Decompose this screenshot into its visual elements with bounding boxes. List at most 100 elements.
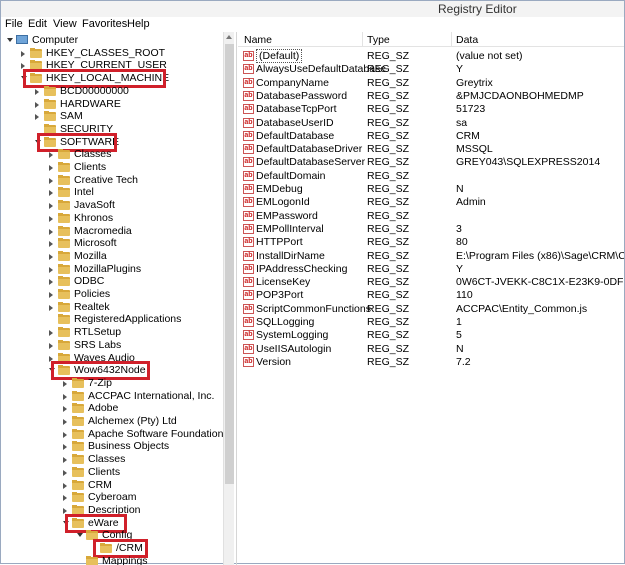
value-row[interactable]: ab DatabaseUserID REG_SZ sa <box>238 117 624 130</box>
tree-item[interactable]: Creative Tech <box>1 174 223 187</box>
expand-arrow-icon[interactable] <box>49 266 53 273</box>
tree-item[interactable]: BCD00000000 <box>1 85 223 98</box>
collapse-arrow-icon[interactable] <box>7 38 13 42</box>
expand-arrow-icon[interactable] <box>49 253 53 260</box>
tree-item[interactable]: HKEY_LOCAL_MACHINE <box>1 72 223 85</box>
expand-arrow-icon[interactable] <box>63 419 67 425</box>
tree-item[interactable]: Policies <box>1 288 223 301</box>
tree-item[interactable]: Khronos <box>1 212 223 225</box>
value-row[interactable]: ab EMPollInterval REG_SZ 3 <box>238 223 624 236</box>
tree-item[interactable]: Classes <box>1 453 223 466</box>
collapse-arrow-icon[interactable] <box>77 533 83 538</box>
tree-item[interactable]: Mozilla <box>1 250 223 263</box>
tree-item[interactable]: JavaSoft <box>1 199 223 212</box>
expand-arrow-icon[interactable] <box>63 444 67 451</box>
value-row[interactable]: ab POP3Port REG_SZ 110 <box>238 289 624 302</box>
expand-arrow-icon[interactable] <box>63 482 67 489</box>
collapse-arrow-icon[interactable] <box>63 520 69 525</box>
expand-arrow-icon[interactable] <box>49 177 53 184</box>
tree-item[interactable]: Description <box>1 504 223 517</box>
column-header-name[interactable]: Name <box>244 34 272 46</box>
scrollbar-thumb[interactable] <box>225 44 234 484</box>
value-row[interactable]: ab EMLogonId REG_SZ Admin <box>238 196 624 209</box>
expand-arrow-icon[interactable] <box>35 114 39 121</box>
expand-arrow-icon[interactable] <box>49 330 53 337</box>
expand-arrow-icon[interactable] <box>63 431 67 438</box>
tree-item[interactable]: HARDWARE <box>1 98 223 111</box>
menu-help[interactable]: Help <box>127 18 150 30</box>
value-row[interactable]: ab UseIISAutologin REG_SZ N <box>238 343 624 356</box>
tree-item[interactable]: Waves Audio <box>1 352 223 365</box>
tree-item[interactable]: Apache Software Foundation <box>1 428 223 441</box>
tree-item[interactable]: Clients <box>1 466 223 479</box>
registry-key-tree[interactable]: Computer HKEY_CLASSES_ROOT HKEY_CURRENT_US… <box>1 32 223 565</box>
expand-arrow-icon[interactable] <box>63 469 67 476</box>
value-row[interactable]: ab ScriptCommonFunctions REG_SZ ACCPAC\Enti… <box>238 303 624 316</box>
expand-arrow-icon[interactable] <box>49 279 53 286</box>
collapse-arrow-icon[interactable] <box>49 368 55 373</box>
tree-item[interactable]: Cyberoam <box>1 491 223 504</box>
value-row[interactable]: ab DefaultDatabaseDriver REG_SZ MSSQL <box>238 143 624 156</box>
tree-scrollbar[interactable] <box>223 32 234 565</box>
expand-arrow-icon[interactable] <box>63 495 67 502</box>
tree-item[interactable]: CRM <box>1 479 223 492</box>
tree-item[interactable]: HKEY_CURRENT_USER <box>1 59 223 72</box>
expand-arrow-icon[interactable] <box>63 457 67 464</box>
tree-item[interactable]: eWare <box>1 517 223 530</box>
value-row[interactable]: ab IPAddressChecking REG_SZ Y <box>238 263 624 276</box>
expand-arrow-icon[interactable] <box>21 63 25 70</box>
value-row[interactable]: ab DefaultDatabaseServer REG_SZ GREY043\SQL… <box>238 156 624 169</box>
value-row[interactable]: ab SystemLogging REG_SZ 5 <box>238 329 624 342</box>
expand-arrow-icon[interactable] <box>49 241 53 248</box>
tree-item[interactable]: ODBC <box>1 275 223 288</box>
value-row[interactable]: ab CompanyName REG_SZ Greytrix <box>238 77 624 90</box>
tree-item[interactable]: SECURITY <box>1 123 223 136</box>
tree-item[interactable]: SAM <box>1 110 223 123</box>
tree-item[interactable]: Adobe <box>1 402 223 415</box>
tree-item[interactable]: SRS Labs <box>1 339 223 352</box>
expand-arrow-icon[interactable] <box>35 101 39 108</box>
tree-item[interactable]: Intel <box>1 186 223 199</box>
tree-item[interactable]: Alchemex (Pty) Ltd <box>1 415 223 428</box>
menu-edit[interactable]: Edit <box>28 18 47 30</box>
menu-view[interactable]: View <box>53 18 77 30</box>
expand-arrow-icon[interactable] <box>49 165 53 171</box>
tree-item[interactable]: Wow6432Node <box>1 364 223 377</box>
tree-item[interactable]: Macromedia <box>1 225 223 238</box>
value-row[interactable]: ab DefaultDatabase REG_SZ CRM <box>238 130 624 143</box>
value-row[interactable]: ab DatabasePassword REG_SZ &PMJCDAONBOHMEDM… <box>238 90 624 103</box>
collapse-arrow-icon[interactable] <box>21 76 27 81</box>
value-row[interactable]: ab DefaultDomain REG_SZ <box>238 170 624 183</box>
value-row[interactable]: ab LicenseKey REG_SZ 0W6CT-JVEKK-C8C1X-E23K… <box>238 276 624 289</box>
tree-item[interactable]: Microsoft <box>1 237 223 250</box>
expand-arrow-icon[interactable] <box>49 203 53 210</box>
tree-item[interactable]: Business Objects <box>1 440 223 453</box>
tree-item[interactable]: Classes <box>1 148 223 161</box>
tree-item[interactable]: SOFTWARE <box>1 136 223 149</box>
expand-arrow-icon[interactable] <box>63 406 67 413</box>
expand-arrow-icon[interactable] <box>49 190 53 197</box>
expand-arrow-icon[interactable] <box>49 152 53 159</box>
menu-file[interactable]: File <box>5 18 23 30</box>
tree-item[interactable]: ACCPAC International, Inc. <box>1 390 223 403</box>
collapse-arrow-icon[interactable] <box>35 139 41 144</box>
value-row[interactable]: ab (Default) REG_SZ (value not set) <box>238 49 624 63</box>
value-row[interactable]: ab Version REG_SZ 7.2 <box>238 356 624 369</box>
expand-arrow-icon[interactable] <box>49 304 53 311</box>
pane-divider[interactable] <box>236 32 237 565</box>
tree-item[interactable]: MozillaPlugins <box>1 263 223 276</box>
expand-arrow-icon[interactable] <box>63 380 67 387</box>
expand-arrow-icon[interactable] <box>49 292 53 298</box>
expand-arrow-icon[interactable] <box>63 507 67 514</box>
value-row[interactable]: ab EMDebug REG_SZ N <box>238 183 624 196</box>
tree-item[interactable]: 7-Zip <box>1 377 223 390</box>
expand-arrow-icon[interactable] <box>21 50 25 57</box>
value-row[interactable]: ab EMPassword REG_SZ <box>238 210 624 223</box>
tree-item[interactable]: /CRM <box>1 542 223 555</box>
tree-item[interactable]: RegisteredApplications <box>1 313 223 326</box>
expand-arrow-icon[interactable] <box>49 215 53 222</box>
tree-item[interactable]: Clients <box>1 161 223 174</box>
scroll-up-icon[interactable] <box>226 35 232 39</box>
column-header-data[interactable]: Data <box>456 34 478 46</box>
tree-item[interactable]: Config <box>1 529 223 542</box>
